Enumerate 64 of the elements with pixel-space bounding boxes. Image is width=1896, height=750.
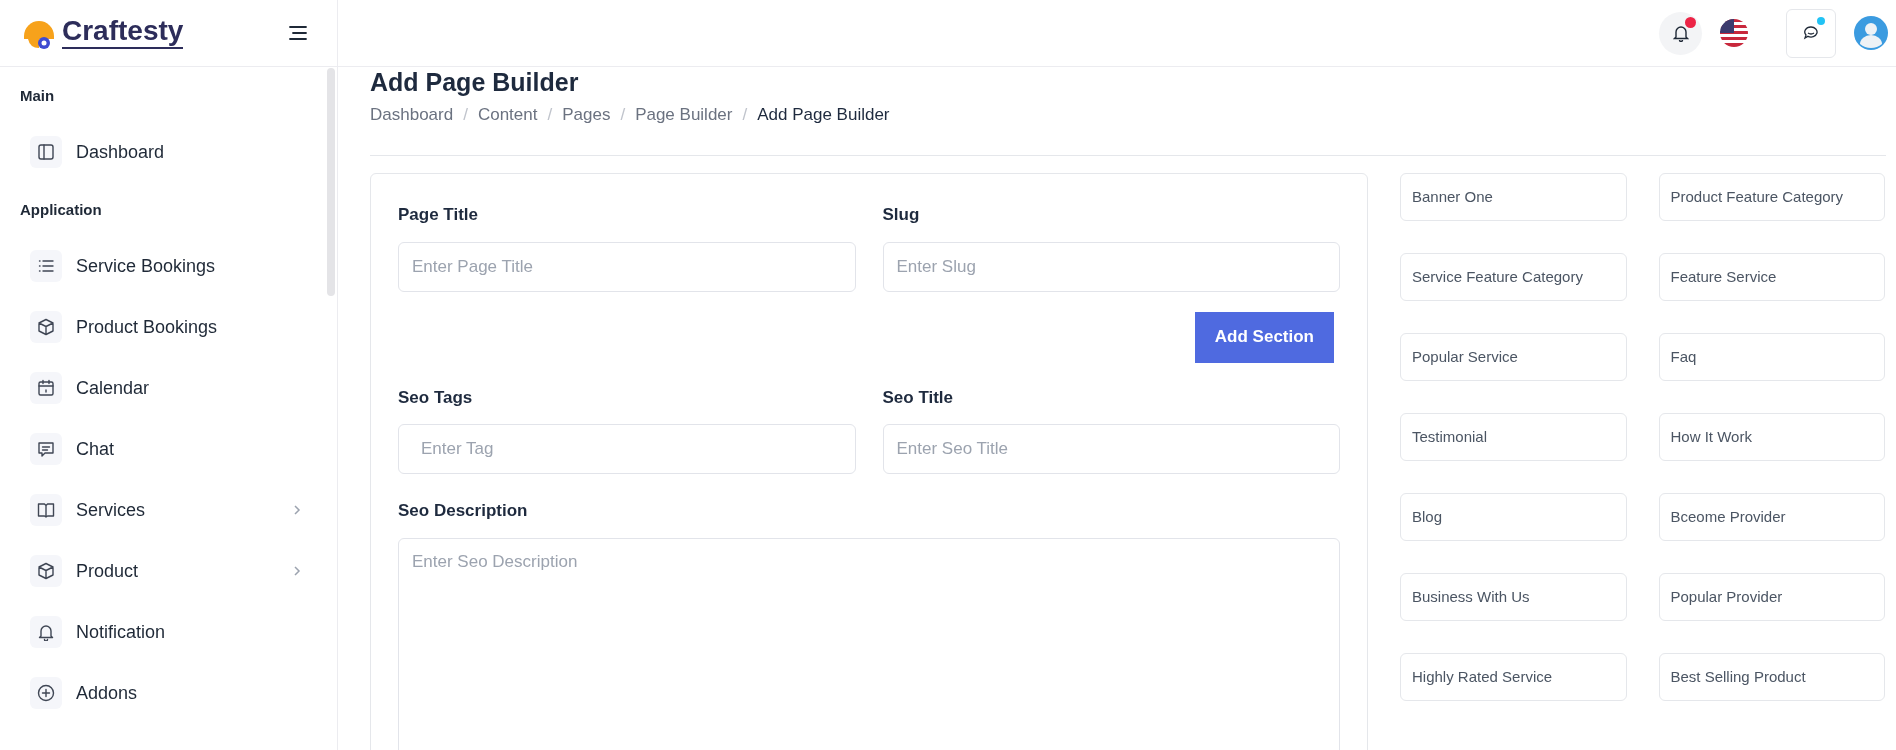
breadcrumb-separator: /	[620, 103, 626, 126]
messages-button[interactable]	[1786, 8, 1836, 58]
sidebar-item[interactable]: Product	[0, 555, 337, 587]
page-title: Add Page Builder	[370, 67, 580, 98]
sidebar-item[interactable]: Calendar	[0, 372, 337, 404]
field-label: Page Title	[398, 204, 479, 226]
breadcrumb-current: Add Page Builder	[757, 103, 890, 126]
section-option[interactable]: Faq	[1658, 333, 1885, 381]
sidebar-item[interactable]: Dashboard	[0, 136, 337, 168]
section-option[interactable]: Service Feature Category	[1400, 253, 1627, 301]
section-option[interactable]: Feature Service	[1658, 253, 1885, 301]
chat-bubble-icon	[1803, 25, 1819, 41]
sidebar-item[interactable]: Chat	[0, 433, 337, 465]
cube-icon	[37, 562, 55, 580]
section-option[interactable]: Popular Service	[1400, 333, 1627, 381]
section-option[interactable]: Blog	[1400, 493, 1627, 541]
section-option[interactable]: Testimonial	[1400, 413, 1627, 461]
cube-icon	[37, 318, 55, 336]
notification-button[interactable]	[1659, 11, 1702, 55]
section-heading: Main	[19, 85, 56, 106]
sidebar-item[interactable]: Addons	[0, 677, 337, 709]
scrollbar-thumb[interactable]	[327, 68, 335, 296]
section-option[interactable]: Highly Rated Service	[1400, 653, 1627, 701]
chat-icon	[37, 440, 55, 458]
sidebar-layout-icon	[37, 143, 55, 161]
section-option[interactable]: Banner One	[1400, 173, 1627, 221]
avatar-icon[interactable]	[1854, 16, 1888, 50]
field-label: Slug	[882, 204, 921, 226]
plus-circle-icon	[37, 684, 55, 702]
add-section-button[interactable]: Add Section	[1194, 311, 1334, 363]
section-option[interactable]: Product Feature Category	[1658, 173, 1885, 221]
breadcrumb-separator: /	[742, 103, 748, 126]
section-option[interactable]: Best Selling Product	[1658, 653, 1885, 701]
section-option[interactable]: Bceome Provider	[1658, 493, 1885, 541]
menu-icon[interactable]	[289, 26, 307, 40]
textarea-field[interactable]: Enter Seo Description	[398, 537, 1340, 750]
breadcrumb-link[interactable]: Content	[477, 101, 538, 127]
section-heading: Application	[19, 199, 103, 220]
breadcrumb-link[interactable]: Page Builder	[635, 101, 733, 127]
input-field[interactable]: Enter Seo Title	[882, 424, 1340, 474]
breadcrumb-link[interactable]: Dashboard	[370, 101, 454, 127]
input-field[interactable]: Enter Slug	[882, 241, 1340, 292]
us-flag-icon[interactable]	[1720, 19, 1748, 47]
field-label: Seo Description	[398, 500, 529, 522]
breadcrumb-link[interactable]: Pages	[562, 101, 611, 127]
calendar-icon	[37, 379, 55, 397]
breadcrumb-separator: /	[463, 103, 468, 126]
sidebar-item[interactable]: Notification	[0, 616, 337, 648]
bell-icon	[1672, 24, 1689, 42]
breadcrumb-separator: /	[547, 103, 553, 126]
section-option[interactable]: How It Work	[1658, 413, 1885, 461]
sidebar-item[interactable]: Services	[0, 494, 337, 526]
input-field[interactable]: Enter Page Title	[398, 241, 856, 292]
list-icon	[37, 257, 55, 275]
book-icon	[37, 501, 55, 519]
section-option[interactable]: Business With Us	[1400, 573, 1627, 621]
input-field[interactable]: Enter Tag	[398, 424, 856, 474]
bell-icon	[37, 623, 55, 641]
brand-logo[interactable]: Craftesty	[62, 17, 184, 49]
sidebar-item[interactable]: Product Bookings	[0, 311, 337, 343]
sidebar-item[interactable]: Service Bookings	[0, 250, 337, 282]
field-label: Seo Tags	[398, 386, 474, 409]
field-label: Seo Title	[882, 386, 955, 409]
section-option[interactable]: Popular Provider	[1658, 573, 1885, 621]
